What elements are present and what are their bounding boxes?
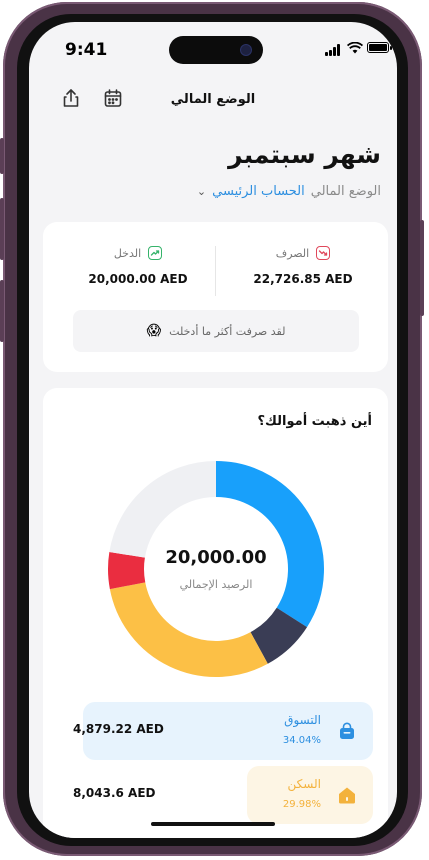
signal-icon: [325, 44, 343, 56]
income-summary: الدخل 20,000.00 AED: [63, 246, 213, 286]
account-name[interactable]: الحساب الرئيسي: [212, 184, 305, 199]
dynamic-island: [169, 36, 263, 64]
total-balance-value: 20,000.00: [165, 547, 267, 568]
expense-summary: الصرف 22,726.85 AED: [228, 246, 378, 286]
expense-amount: 22,726.85 AED: [253, 272, 353, 286]
income-amount: 20,000.00 AED: [88, 272, 188, 286]
list-item[interactable]: السكن 29.98% 8,043.6 AED: [43, 766, 388, 824]
overspend-alert: لقد صرفت أكثر ما أدخلت 😱: [73, 310, 359, 352]
spending-donut-chart: 20,000.00 الرصيد الإجمالي: [107, 460, 325, 678]
alert-emoji: 😱: [146, 323, 162, 339]
phone-side-button: [420, 220, 424, 316]
list-item[interactable]: التسوق 34.04% 4,879.22 AED: [43, 702, 388, 760]
category-amount: 4,879.22 AED: [73, 722, 164, 736]
home-icon: [337, 785, 357, 805]
phone-side-button: [0, 138, 4, 174]
chevron-down-icon[interactable]: ⌄: [197, 185, 206, 198]
spending-title: أين ذهبت أموالك؟: [257, 414, 372, 429]
divider: [215, 246, 216, 296]
status-time: 9:41: [65, 40, 108, 60]
phone-frame: 9:41 الوضع المالي شهر سبتمبر الوضع المال…: [0, 2, 424, 856]
status-bar: 9:41: [29, 22, 397, 72]
home-indicator[interactable]: [151, 822, 275, 826]
page-title: الوضع المالي: [170, 92, 256, 107]
category-name: السكن: [287, 777, 321, 791]
phone-side-button: [0, 280, 4, 342]
account-label: الوضع المالي: [310, 184, 381, 199]
income-label: الدخل: [113, 246, 142, 260]
summary-card: الصرف 22,726.85 AED الدخل 20,000.00 AED …: [43, 222, 388, 372]
phone-side-button: [0, 198, 4, 260]
battery-icon: [367, 42, 392, 53]
category-chip-housing[interactable]: السكن 29.98%: [247, 766, 373, 824]
month-title: شهر سبتمبر: [228, 140, 381, 169]
trend-up-icon: [148, 246, 163, 260]
category-percent: 29.98%: [282, 799, 321, 810]
camera-icon: [241, 45, 251, 55]
trend-down-icon: [316, 246, 331, 260]
category-amount: 8,043.6 AED: [73, 786, 156, 800]
category-name: التسوق: [284, 713, 321, 727]
total-balance-label: الرصيد الإجمالي: [179, 578, 253, 591]
alert-text: لقد صرفت أكثر ما أدخلت: [169, 324, 286, 338]
category-percent: 34.04%: [282, 735, 321, 746]
spending-card: أين ذهبت أموالك؟ 20,000.00 الرصيد الإجما…: [43, 388, 388, 838]
account-selector[interactable]: الوضع المالي الحساب الرئيسي ⌄: [197, 184, 381, 199]
expense-label: الصرف: [275, 246, 310, 260]
wifi-icon: [347, 42, 363, 54]
app-screen: 9:41 الوضع المالي شهر سبتمبر الوضع المال…: [29, 22, 397, 838]
bag-icon: [337, 721, 357, 741]
